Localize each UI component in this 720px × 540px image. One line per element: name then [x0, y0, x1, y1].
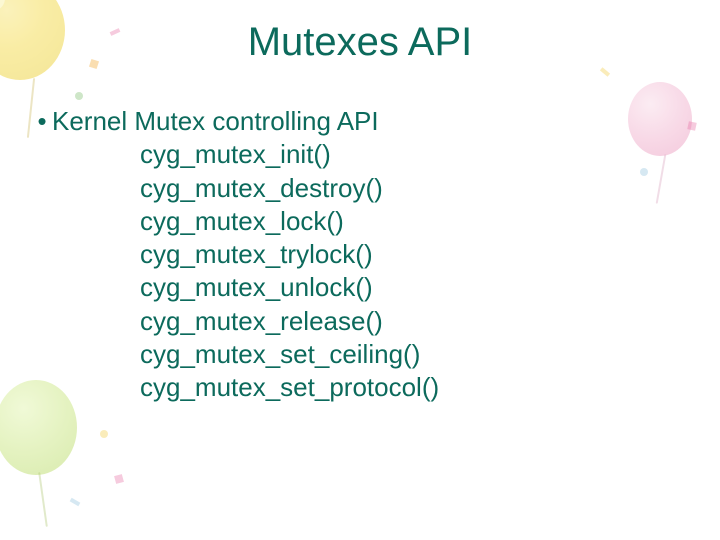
confetti-icon: [114, 474, 124, 484]
confetti-icon: [100, 430, 108, 438]
confetti-icon: [70, 498, 81, 506]
api-item: cyg_mutex_set_protocol(): [140, 371, 690, 404]
api-list: cyg_mutex_init() cyg_mutex_destroy() cyg…: [140, 138, 690, 404]
slide-title: Mutexes API: [0, 20, 720, 65]
bullet-lead-text: Kernel Mutex controlling API: [52, 105, 690, 138]
bullet-marker: •: [32, 105, 52, 138]
api-item: cyg_mutex_lock(): [140, 205, 690, 238]
api-item: cyg_mutex_destroy(): [140, 172, 690, 205]
api-item: cyg_mutex_trylock(): [140, 238, 690, 271]
slide-body: • Kernel Mutex controlling API cyg_mutex…: [32, 105, 690, 404]
api-item: cyg_mutex_unlock(): [140, 271, 690, 304]
api-item: cyg_mutex_release(): [140, 305, 690, 338]
api-item: cyg_mutex_init(): [140, 138, 690, 171]
slide: Mutexes API • Kernel Mutex controlling A…: [0, 0, 720, 540]
api-item: cyg_mutex_set_ceiling(): [140, 338, 690, 371]
confetti-icon: [75, 92, 83, 100]
balloon-string-icon: [38, 472, 48, 527]
balloon-highlight: [0, 0, 5, 10]
bullet-item: • Kernel Mutex controlling API: [32, 105, 690, 138]
confetti-icon: [600, 67, 610, 76]
